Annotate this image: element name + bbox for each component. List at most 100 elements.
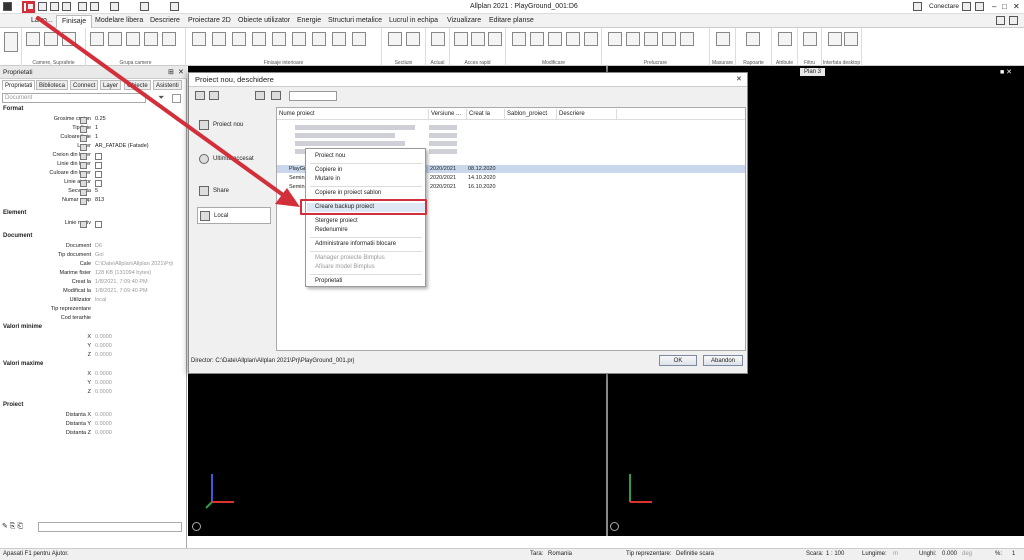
property-row[interactable]: Cale C:\Date\Allplan\Allplan 2021\Prj\ [0, 261, 187, 270]
col-versiune[interactable]: Versiune ... [429, 109, 467, 120]
menu-item-redenumire[interactable]: Redenumire [307, 226, 425, 235]
tab-modelare-libera[interactable]: Modelare libera [90, 15, 148, 28]
actual-icon[interactable] [431, 32, 445, 46]
property-row[interactable]: Z 0.0000 [0, 352, 187, 361]
edit-icon[interactable] [662, 32, 676, 46]
property-value[interactable]: AR_FATADE (Fatade) [95, 143, 149, 149]
table-row-blurred[interactable] [277, 132, 745, 140]
col-creat-la[interactable]: Creat la [467, 109, 505, 120]
section-element[interactable]: Element [3, 210, 26, 216]
text-icon[interactable] [471, 32, 485, 46]
panel-bottom-icons[interactable]: ✎ ⎘ ⎗ [2, 522, 23, 531]
nav-local[interactable]: Local [197, 207, 271, 224]
property-row[interactable]: Linie din layer [0, 161, 187, 170]
property-value[interactable]: 1/8/2021, 7:09:40 PM [95, 288, 148, 294]
menu-item-informatii-blocare[interactable]: Administrare informatii blocare [307, 240, 425, 249]
finish-icon[interactable] [212, 32, 226, 46]
refresh-icon[interactable] [110, 2, 119, 11]
allplan-logo-icon[interactable] [3, 2, 12, 11]
modify-icon[interactable] [566, 32, 580, 46]
property-value[interactable]: 128 KB (131094 bytes) [95, 270, 151, 276]
search-input[interactable] [289, 91, 337, 101]
ok-button[interactable]: OK [659, 355, 697, 366]
property-value[interactable]: 0.0000 [95, 371, 112, 377]
globe-icon[interactable] [1009, 16, 1018, 25]
section-icon[interactable] [406, 32, 420, 46]
nav-proiect-nou[interactable]: Proiect nou [197, 117, 271, 134]
minimize-button[interactable]: – [992, 2, 996, 11]
tab-biblioteca[interactable]: Biblioteca [36, 80, 69, 90]
layout-icon[interactable] [140, 2, 149, 11]
tab-connect[interactable]: Connect [70, 80, 99, 90]
menu-item-copiere-sablon[interactable]: Copiere in proiect sablon [307, 189, 425, 198]
property-row[interactable]: Creion din layer [0, 152, 187, 161]
tab-finisaje[interactable]: Finisaje [56, 15, 93, 28]
group-icon[interactable] [144, 32, 158, 46]
menu-item-proiect-nou[interactable]: Proiect nou [307, 152, 425, 161]
print-icon[interactable] [50, 2, 59, 11]
dialog-close-button[interactable]: ✕ [736, 75, 742, 83]
finish-icon[interactable] [312, 32, 326, 46]
tab-layer[interactable]: Layer [100, 80, 122, 90]
tab-vizualizare[interactable]: Vizualizare [442, 15, 486, 28]
property-row[interactable]: Distanta X 0.0000 [0, 412, 187, 421]
property-value[interactable]: 5 [95, 188, 98, 194]
property-checkbox[interactable] [95, 153, 102, 160]
property-row[interactable]: Linie ajutor [0, 179, 187, 188]
cart-icon[interactable] [962, 2, 971, 11]
menu-item-proprietati[interactable]: Proprietati [307, 277, 425, 286]
navigation-icon[interactable] [192, 522, 201, 531]
table-row-blurred[interactable] [277, 140, 745, 148]
undo-icon[interactable] [78, 2, 87, 11]
tab-energie[interactable]: Energie [292, 15, 326, 28]
property-value[interactable]: 0.0000 [95, 421, 112, 427]
property-row[interactable]: Tip document Gol [0, 252, 187, 261]
property-row[interactable]: LayerAR_FATADE (Fatade) [0, 143, 187, 152]
status-scara[interactable]: 1 : 100 [826, 551, 844, 557]
cancel-button[interactable]: Abandon [703, 355, 743, 366]
maximize-button[interactable]: □ [1002, 2, 1007, 11]
property-value[interactable]: 813 [95, 197, 104, 203]
refresh-icon[interactable] [271, 91, 281, 100]
property-value[interactable]: 0.0000 [95, 412, 112, 418]
finish-icon[interactable] [352, 32, 366, 46]
group-icon[interactable] [126, 32, 140, 46]
edit-icon[interactable] [644, 32, 658, 46]
property-row[interactable]: Secventa5 [0, 188, 187, 197]
modify-icon[interactable] [584, 32, 598, 46]
pin-icon[interactable]: ⊞ [168, 68, 174, 76]
desktop-icon[interactable] [828, 32, 842, 46]
status-unghi[interactable]: 0.000 [942, 551, 957, 557]
dimension-icon[interactable] [488, 32, 502, 46]
filter-icon[interactable]: ⏷ [158, 93, 164, 103]
edit-icon[interactable] [626, 32, 640, 46]
tools-icon[interactable] [170, 2, 179, 11]
status-lungime[interactable]: m [893, 551, 898, 557]
tab-structuri-metalice[interactable]: Structuri metalice [323, 15, 387, 28]
tab-obiecte-utilizator[interactable]: Obiecte utilizator [233, 15, 295, 28]
folder-icon[interactable] [195, 91, 205, 100]
property-row[interactable]: Distanta Y 0.0000 [0, 421, 187, 430]
property-row[interactable]: Grosime creion 0.25 [0, 116, 187, 125]
group-icon[interactable] [162, 32, 176, 46]
property-row[interactable]: Distanta Z 0.0000 [0, 430, 187, 439]
status-pct[interactable]: 1 [1012, 551, 1015, 557]
property-value[interactable]: 0.0000 [95, 430, 112, 436]
desktop-icon[interactable] [844, 32, 858, 46]
tab-editare-planse[interactable]: Editare planse [484, 15, 539, 28]
save-icon[interactable] [209, 91, 219, 100]
settings-icon[interactable] [996, 16, 1005, 25]
property-row[interactable]: Modificat la 1/8/2021, 7:09:40 PM [0, 288, 187, 297]
section-icon[interactable] [388, 32, 402, 46]
finish-icon[interactable] [232, 32, 246, 46]
report-icon[interactable] [746, 32, 760, 46]
save-icon[interactable] [38, 2, 47, 11]
viewport-maximize-button[interactable]: ■ ✕ [1000, 68, 1012, 76]
tab-obiecte[interactable]: Obiecte [124, 80, 151, 90]
property-value[interactable]: 0.0000 [95, 380, 112, 386]
tab-la-rosu[interactable]: La ro... [26, 15, 58, 28]
property-row[interactable]: Creat la 1/8/2021, 7:09:40 PM [0, 279, 187, 288]
group-icon[interactable] [90, 32, 104, 46]
property-row[interactable]: Utilizator local [0, 297, 187, 306]
menu-item-stergere[interactable]: Stergere proiect [307, 217, 425, 226]
